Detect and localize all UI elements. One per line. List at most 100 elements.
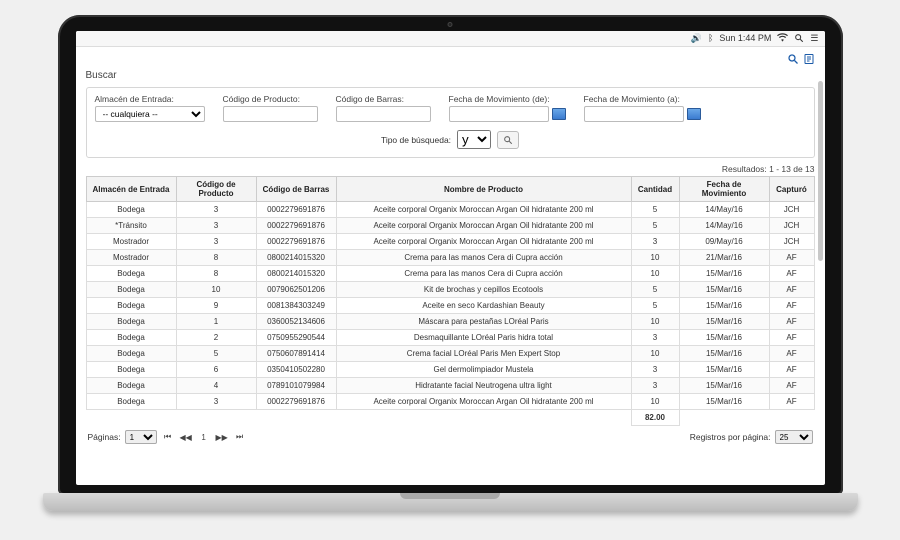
cell-codigo: 8 (176, 250, 256, 266)
cell-cantidad: 5 (631, 298, 679, 314)
cell-almacen: Bodega (86, 346, 176, 362)
camera-dot (448, 22, 453, 27)
trackpad-notch (400, 493, 500, 499)
col-cantidad[interactable]: Cantidad (631, 177, 679, 202)
table-row[interactable]: Bodega100079062501206Kit de brochas y ce… (86, 282, 814, 298)
tipo-busqueda-select[interactable]: y (457, 130, 491, 149)
cell-cantidad: 10 (631, 394, 679, 410)
cell-almacen: Mostrador (86, 250, 176, 266)
table-row[interactable]: Bodega10360052134606Máscara para pestaña… (86, 314, 814, 330)
table-row[interactable]: Bodega30002279691876Aceite corporal Orga… (86, 394, 814, 410)
fecha-de-input[interactable] (449, 106, 549, 122)
cell-nombre: Kit de brochas y cepillos Ecotools (336, 282, 631, 298)
per-page-select[interactable]: 25 (775, 430, 813, 444)
cell-capturo: AF (769, 394, 814, 410)
cell-fecha: 14/May/16 (679, 218, 769, 234)
cell-almacen: Bodega (86, 330, 176, 346)
col-almacen[interactable]: Almacén de Entrada (86, 177, 176, 202)
cell-barras: 0750955290544 (256, 330, 336, 346)
table-row[interactable]: Mostrador80800214015320Crema para las ma… (86, 250, 814, 266)
cell-codigo: 1 (176, 314, 256, 330)
cell-capturo: AF (769, 298, 814, 314)
cell-almacen: Mostrador (86, 234, 176, 250)
calendar-icon[interactable] (552, 108, 566, 120)
cell-barras: 0800214015320 (256, 250, 336, 266)
last-page-icon[interactable]: ⏭ (233, 431, 247, 443)
clock[interactable]: Sun 1:44 PM (719, 34, 771, 43)
table-header-row: Almacén de Entrada Código de Producto Có… (86, 177, 814, 202)
cell-barras: 0079062501206 (256, 282, 336, 298)
per-page-label: Registros por página: (690, 432, 771, 442)
table-row[interactable]: Bodega40789101079984Hidratante facial Ne… (86, 378, 814, 394)
col-capturo[interactable]: Capturó (769, 177, 814, 202)
cell-fecha: 15/Mar/16 (679, 394, 769, 410)
macos-menubar: 🔊 ᛒ Sun 1:44 PM ☰ (76, 31, 825, 47)
cell-codigo: 3 (176, 218, 256, 234)
table-row[interactable]: Bodega20750955290544Desmaquillante LOréa… (86, 330, 814, 346)
search-icon[interactable] (794, 33, 804, 45)
search-button[interactable] (497, 131, 519, 149)
cell-capturo: AF (769, 282, 814, 298)
bluetooth-icon[interactable]: ᛒ (708, 34, 713, 43)
wifi-icon[interactable] (777, 33, 788, 44)
scrollbar-thumb[interactable] (818, 81, 823, 261)
fecha-a-input[interactable] (584, 106, 684, 122)
cell-nombre: Aceite corporal Organix Moroccan Argan O… (336, 394, 631, 410)
col-fecha[interactable]: Fecha de Movimiento (679, 177, 769, 202)
page-select[interactable]: 1 (125, 430, 157, 444)
cell-cantidad: 5 (631, 282, 679, 298)
codigo-producto-input[interactable] (223, 106, 318, 122)
cell-fecha: 14/May/16 (679, 202, 769, 218)
laptop-frame: 🔊 ᛒ Sun 1:44 PM ☰ (43, 15, 858, 525)
volume-icon[interactable]: 🔊 (691, 34, 702, 43)
cell-nombre: Máscara para pestañas LOréal Paris (336, 314, 631, 330)
cell-nombre: Gel dermolimpiador Mustela (336, 362, 631, 378)
table-row[interactable]: Mostrador30002279691876Aceite corporal O… (86, 234, 814, 250)
prev-page-icon[interactable]: ◀◀ (179, 431, 193, 443)
cell-almacen: Bodega (86, 378, 176, 394)
cell-nombre: Crema para las manos Cera di Cupra acció… (336, 266, 631, 282)
table-row[interactable]: Bodega80800214015320Crema para las manos… (86, 266, 814, 282)
codigo-barras-label: Código de Barras: (336, 94, 431, 104)
cell-barras: 0081384303249 (256, 298, 336, 314)
next-page-icon[interactable]: ▶▶ (215, 431, 229, 443)
table-row[interactable]: *Tránsito30002279691876Aceite corporal O… (86, 218, 814, 234)
fecha-a-label: Fecha de Movimiento (a): (584, 94, 701, 104)
table-row[interactable]: Bodega60350410502280Gel dermolimpiador M… (86, 362, 814, 378)
cell-capturo: AF (769, 266, 814, 282)
table-row[interactable]: Bodega30002279691876Aceite corporal Orga… (86, 202, 814, 218)
cell-capturo: AF (769, 250, 814, 266)
export-icon[interactable] (803, 53, 815, 68)
col-barras[interactable]: Código de Barras (256, 177, 336, 202)
cell-nombre: Desmaquillante LOréal Paris hidra total (336, 330, 631, 346)
filter-panel: Almacén de Entrada: -- cualquiera -- Cód… (86, 87, 815, 158)
cell-almacen: Bodega (86, 202, 176, 218)
fecha-de-label: Fecha de Movimiento (de): (449, 94, 566, 104)
cell-nombre: Hidratante facial Neutrogena ultra light (336, 378, 631, 394)
cell-cantidad: 3 (631, 378, 679, 394)
calendar-icon[interactable] (687, 108, 701, 120)
col-codigo[interactable]: Código de Producto (176, 177, 256, 202)
cell-cantidad: 3 (631, 362, 679, 378)
cell-codigo: 3 (176, 202, 256, 218)
search-section-title: Buscar (86, 70, 815, 81)
cell-nombre: Aceite corporal Organix Moroccan Argan O… (336, 202, 631, 218)
cell-capturo: AF (769, 314, 814, 330)
almacen-select[interactable]: -- cualquiera -- (95, 106, 205, 122)
col-nombre[interactable]: Nombre de Producto (336, 177, 631, 202)
results-table: Almacén de Entrada Código de Producto Có… (86, 176, 815, 426)
cell-cantidad: 5 (631, 202, 679, 218)
table-row[interactable]: Bodega90081384303249Aceite en seco Karda… (86, 298, 814, 314)
laptop-base (43, 493, 858, 511)
menu-icon[interactable]: ☰ (810, 34, 818, 43)
cell-nombre: Crema para las manos Cera di Cupra acció… (336, 250, 631, 266)
search-page-icon[interactable] (787, 53, 799, 68)
codigo-barras-input[interactable] (336, 106, 431, 122)
table-row[interactable]: Bodega50750607891414Crema facial LOréal … (86, 346, 814, 362)
cell-cantidad: 10 (631, 314, 679, 330)
cell-barras: 0350410502280 (256, 362, 336, 378)
first-page-icon[interactable]: ⏮ (161, 431, 175, 443)
scrollbar[interactable] (818, 51, 823, 481)
cell-nombre: Aceite corporal Organix Moroccan Argan O… (336, 234, 631, 250)
cell-almacen: Bodega (86, 362, 176, 378)
